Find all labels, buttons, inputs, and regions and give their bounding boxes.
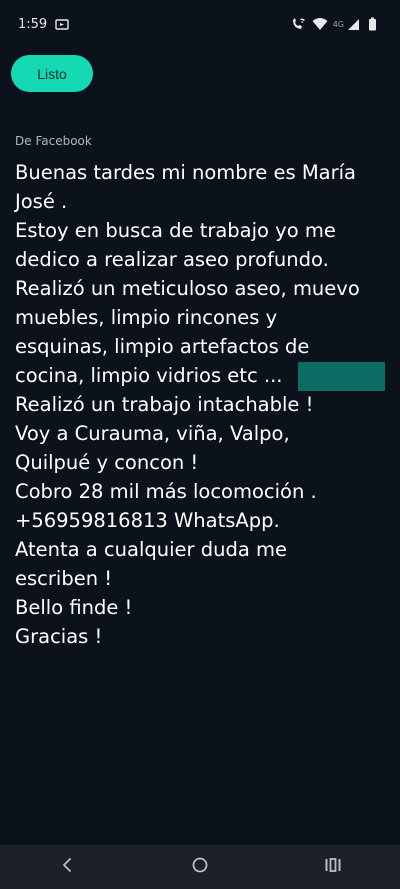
message-line: Realizó un trabajo intachable ! [15,393,314,416]
message-line: Buenas tardes mi nombre es María [15,161,356,184]
recents-icon [324,857,342,877]
message-line: Quilpué y concon ! [15,451,199,474]
message-line: escriben ! [15,567,113,590]
source-label: De Facebook [15,134,92,148]
recents-button[interactable] [313,847,353,887]
battery-icon [368,17,382,31]
back-button[interactable] [47,847,87,887]
wifi-icon [312,17,328,31]
message-line: Cobro 28 mil más locomoción . [15,480,317,503]
message-line: +56959816813 WhatsApp. [15,509,280,532]
back-icon [60,857,74,877]
status-time: 1:59 [18,16,48,32]
screen: 1:59 4G Listo De Facebook Buenas tardes … [0,0,400,889]
message-line: José . [15,190,68,213]
network-type: 4G [332,19,344,29]
message-line: Voy a Curauma, viña, Valpo, [15,422,290,445]
message-line: esquinas, limpio artefactos de [15,335,310,358]
message-line: Gracias ! [15,625,103,648]
done-button[interactable]: Listo [11,55,93,92]
wifi-calling-icon [291,17,305,31]
home-button[interactable] [180,847,220,887]
message-line: Realizó un meticuloso aseo, muevo [15,277,360,300]
status-bar: 1:59 4G [0,0,400,48]
cast-icon [55,17,69,31]
message-text[interactable]: Buenas tardes mi nombre es María José . … [15,158,393,651]
navigation-bar [0,845,400,889]
home-icon [191,856,209,878]
redaction-block [298,362,385,391]
status-left: 1:59 [18,17,69,32]
message-line: Bello finde ! [15,596,133,619]
message-line: Atenta a cualquier duda me [15,538,288,561]
message-line: dedico a realizar aseo profundo. [15,248,329,271]
status-right: 4G [291,17,382,31]
message-line: muebles, limpio rincones y [15,306,278,329]
signal-icon [347,17,361,31]
message-line: Estoy en busca de trabajo yo me [15,219,336,242]
